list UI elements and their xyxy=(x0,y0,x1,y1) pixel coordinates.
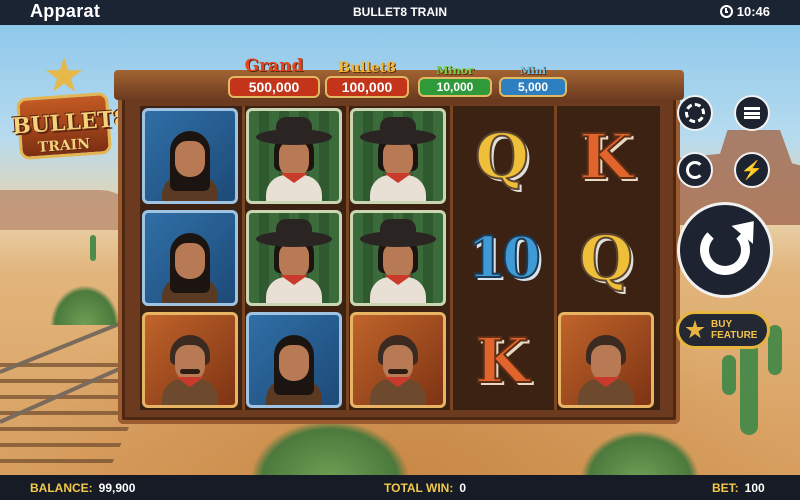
portrait-face xyxy=(279,345,309,381)
total-win-value: 0 xyxy=(459,481,467,495)
symbol-cowgirl xyxy=(350,210,446,306)
portrait-face xyxy=(175,141,205,177)
total-win-label: TOTAL WIN: xyxy=(384,481,454,495)
balance-value: 99,900 xyxy=(98,481,136,495)
buy-feature-button[interactable]: BUY FEATURE xyxy=(676,311,770,349)
symbol-cowgirl xyxy=(350,108,446,204)
mustache xyxy=(180,369,200,374)
bet-label: BET: xyxy=(712,481,739,495)
symbol-outlaw xyxy=(142,312,238,408)
clock-time: 10:46 xyxy=(736,4,770,19)
buy-feature-line1: BUY xyxy=(711,319,733,330)
spin-button[interactable] xyxy=(677,202,773,298)
native-portrait xyxy=(160,225,220,303)
cowgirl-portrait xyxy=(360,117,436,201)
cactus xyxy=(722,355,736,395)
sheriff-star-icon xyxy=(45,57,83,92)
portrait-face xyxy=(591,345,621,381)
agave-plant xyxy=(580,430,700,475)
cowgirl-portrait xyxy=(256,219,332,303)
symbol-native xyxy=(246,312,342,408)
buy-feature-label: BUY FEATURE xyxy=(711,319,757,341)
symbol-letter: K xyxy=(474,323,530,398)
symbol-native xyxy=(142,210,238,306)
hat-brim xyxy=(256,129,332,145)
outlaw-portrait xyxy=(368,327,428,405)
jackpot-label: Minor xyxy=(436,64,474,77)
symbol-k: K xyxy=(454,312,550,408)
jackpot-label: Bullet8 xyxy=(338,60,396,76)
hat-brim xyxy=(360,231,436,247)
gunslinger-portrait xyxy=(576,327,636,405)
game-title: BULLET8 TRAIN xyxy=(353,5,447,19)
autoplay-button[interactable] xyxy=(677,152,713,188)
portrait-face xyxy=(175,345,205,381)
portrait-face xyxy=(383,345,413,381)
cactus xyxy=(768,325,782,375)
cowgirl-portrait xyxy=(256,117,332,201)
portrait-face xyxy=(383,141,413,177)
menu-button[interactable] xyxy=(734,95,770,131)
agave-plant xyxy=(250,420,410,475)
jackpot-value: 10,000 xyxy=(418,77,492,97)
lightning-icon: ⚡ xyxy=(740,159,764,180)
symbol-outlaw xyxy=(350,312,446,408)
symbol-native xyxy=(142,108,238,204)
reel-divider xyxy=(450,106,453,410)
autoplay-icon xyxy=(686,161,704,179)
total-win-display: TOTAL WIN: 0 xyxy=(384,481,466,495)
balance-display: BALANCE: 99,900 xyxy=(30,481,135,495)
jackpot-grand: Grand 500,000 xyxy=(228,56,320,98)
bush xyxy=(50,285,120,325)
hat-brim xyxy=(256,231,332,247)
symbol-q: Q xyxy=(558,210,654,306)
jackpot-label: Mini xyxy=(520,66,546,77)
clock: 10:46 xyxy=(719,4,770,19)
native-portrait xyxy=(264,327,324,405)
jackpot-mini: Mini 5,000 xyxy=(499,66,567,97)
cactus xyxy=(90,235,96,261)
jackpot-bullet8: Bullet8 100,000 xyxy=(325,60,409,98)
jackpot-label: Grand xyxy=(244,56,304,76)
symbol-cowgirl xyxy=(246,210,342,306)
mustache xyxy=(388,369,408,374)
hat-brim xyxy=(360,129,436,145)
top-bar: Apparat BULLET8 TRAIN 10:46 xyxy=(0,0,800,25)
symbol-k: K xyxy=(558,108,654,204)
jackpot-value: 100,000 xyxy=(325,76,409,98)
game-logo: BULLET8 TRAIN xyxy=(8,55,130,175)
balance-label: BALANCE: xyxy=(30,481,93,495)
bet-value: 100 xyxy=(744,481,765,495)
jackpot-value: 500,000 xyxy=(228,76,320,98)
symbol-letter: K xyxy=(578,119,634,194)
menu-icon xyxy=(744,107,760,119)
reel-divider xyxy=(242,106,245,410)
reel-divider xyxy=(346,106,349,410)
turbo-button[interactable]: ⚡ xyxy=(734,152,770,188)
reel-divider xyxy=(554,106,557,410)
portrait-face xyxy=(279,243,309,279)
symbol-q: Q xyxy=(454,108,550,204)
portrait-face xyxy=(175,243,205,279)
symbol-letter: Q xyxy=(474,119,530,194)
jackpot-minor: Minor 10,000 xyxy=(418,64,492,97)
symbol-cowgirl xyxy=(246,108,342,204)
outlaw-portrait xyxy=(160,327,220,405)
portrait-face xyxy=(279,141,309,177)
cowgirl-portrait xyxy=(360,219,436,303)
bet-settings-button[interactable] xyxy=(677,95,713,131)
clock-icon xyxy=(719,5,733,18)
bet-display[interactable]: BET: 100 xyxy=(712,481,765,495)
native-portrait xyxy=(160,123,220,201)
chip-icon xyxy=(685,103,705,123)
symbol-letter: 10 xyxy=(466,224,542,292)
symbol-10: 10 xyxy=(454,210,550,306)
bottom-bar: BALANCE: 99,900 TOTAL WIN: 0 BET: 100 xyxy=(0,475,800,500)
symbol-gunslinger xyxy=(558,312,654,408)
buy-feature-line2: FEATURE xyxy=(711,330,758,341)
portrait-face xyxy=(383,243,413,279)
star-icon xyxy=(685,320,705,339)
symbol-letter: Q xyxy=(578,221,634,296)
jackpot-value: 5,000 xyxy=(499,77,567,97)
